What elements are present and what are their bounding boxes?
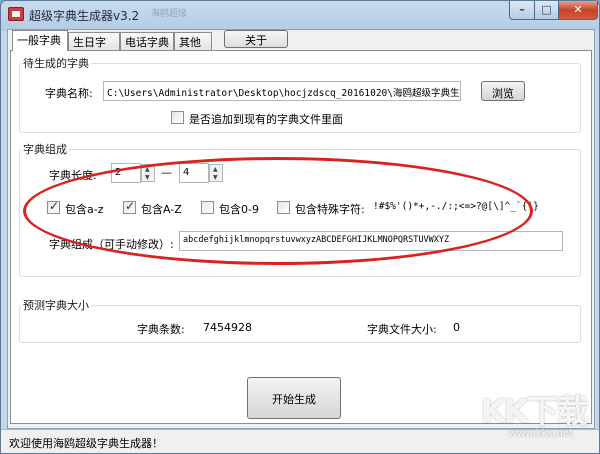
maximize-button[interactable]: □	[534, 1, 559, 20]
close-icon: ✕	[573, 3, 583, 16]
estimate-group-title: 预测字典大小	[21, 297, 91, 313]
title-smudge: 海鸥超级	[151, 9, 188, 19]
append-checkbox[interactable]	[171, 111, 184, 124]
composition-group-title: 字典组成	[21, 141, 69, 157]
title-bar[interactable]: 超级字典生成器v3.2 海鸥超级 – □ ✕	[1, 1, 599, 29]
status-text: 欢迎使用海鸥超级字典生成器！	[9, 437, 163, 450]
app-icon	[8, 7, 24, 21]
dict-count-value: 7454928	[203, 321, 252, 334]
watermark-logo: KK下载	[481, 392, 589, 430]
watermark-url: www.kkx.net	[509, 428, 573, 439]
close-button[interactable]: ✕	[558, 1, 598, 20]
start-generate-button[interactable]: 开始生成	[247, 377, 341, 419]
window-title: 超级字典生成器v3.2	[29, 9, 140, 23]
dict-size-value: 0	[453, 321, 460, 334]
dict-name-input[interactable]: C:\Users\Administrator\Desktop\hocjzdscq…	[103, 81, 461, 101]
tab-other[interactable]: 其他	[174, 32, 212, 50]
dict-name-label: 字典名称:	[45, 87, 93, 100]
about-button[interactable]: 关于	[224, 30, 288, 48]
minimize-button[interactable]: –	[509, 1, 535, 20]
maximize-icon: □	[541, 3, 552, 16]
estimate-group	[19, 305, 581, 343]
tab-birthday-dict[interactable]: 生日字典	[68, 32, 120, 65]
minimize-icon: –	[519, 3, 525, 16]
watermark: KK下载 www.kkx.net	[481, 386, 591, 446]
tab-phone-dict[interactable]: 电话字典	[120, 32, 174, 50]
tab-general-dict[interactable]: 一般字典	[12, 30, 68, 51]
browse-button[interactable]: 浏览	[481, 81, 525, 101]
app-window: 超级字典生成器v3.2 海鸥超级 – □ ✕ 一般字典 生日字典 电话字典 其他…	[0, 0, 600, 454]
dict-size-label: 字典文件大小:	[367, 323, 437, 336]
dict-count-label: 字典条数:	[137, 323, 185, 336]
highlight-ellipse	[23, 157, 533, 265]
append-checkbox-label: 是否追加到现有的字典文件里面	[189, 113, 343, 126]
pending-dict-group-title: 待生成的字典	[21, 55, 91, 71]
